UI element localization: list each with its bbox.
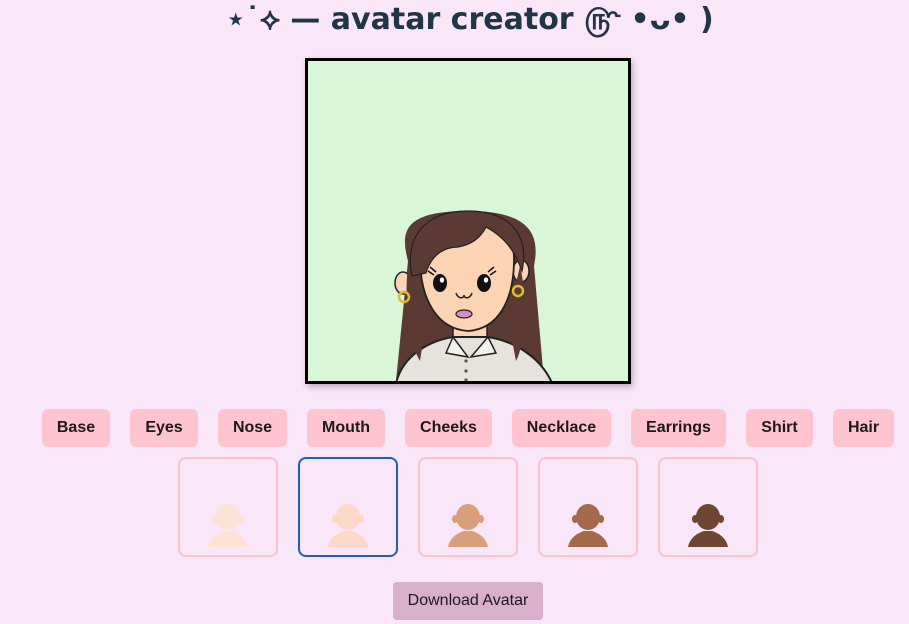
- base-option-1[interactable]: [178, 457, 278, 557]
- page-title: ⋆˙⟡ — avatar creator ௹ •ᴗ• ): [226, 2, 714, 37]
- base-option-3[interactable]: [418, 457, 518, 557]
- tab-hair[interactable]: Hair: [833, 409, 894, 447]
- download-avatar-button[interactable]: Download Avatar: [393, 582, 543, 620]
- avatar-mouth: [455, 309, 473, 319]
- tab-base[interactable]: Base: [42, 409, 110, 447]
- skin-silhouette-icon: [688, 504, 728, 547]
- base-option-5[interactable]: [658, 457, 758, 557]
- skin-silhouette-icon: [208, 504, 248, 547]
- avatar-eye-right: [477, 274, 491, 292]
- base-option-4[interactable]: [538, 457, 638, 557]
- tab-eyes[interactable]: Eyes: [130, 409, 198, 447]
- tab-necklace[interactable]: Necklace: [512, 409, 611, 447]
- skin-silhouette-icon: [448, 504, 488, 547]
- avatar-eye-left: [433, 274, 447, 292]
- tab-shirt[interactable]: Shirt: [746, 409, 813, 447]
- tab-earrings[interactable]: Earrings: [631, 409, 726, 447]
- tab-nose[interactable]: Nose: [218, 409, 287, 447]
- avatar-preview: [305, 58, 631, 384]
- skin-silhouette-icon: [328, 504, 368, 547]
- skin-silhouette-icon: [568, 504, 608, 547]
- tab-cheeks[interactable]: Cheeks: [405, 409, 492, 447]
- tab-mouth[interactable]: Mouth: [307, 409, 385, 447]
- base-option-2[interactable]: [298, 457, 398, 557]
